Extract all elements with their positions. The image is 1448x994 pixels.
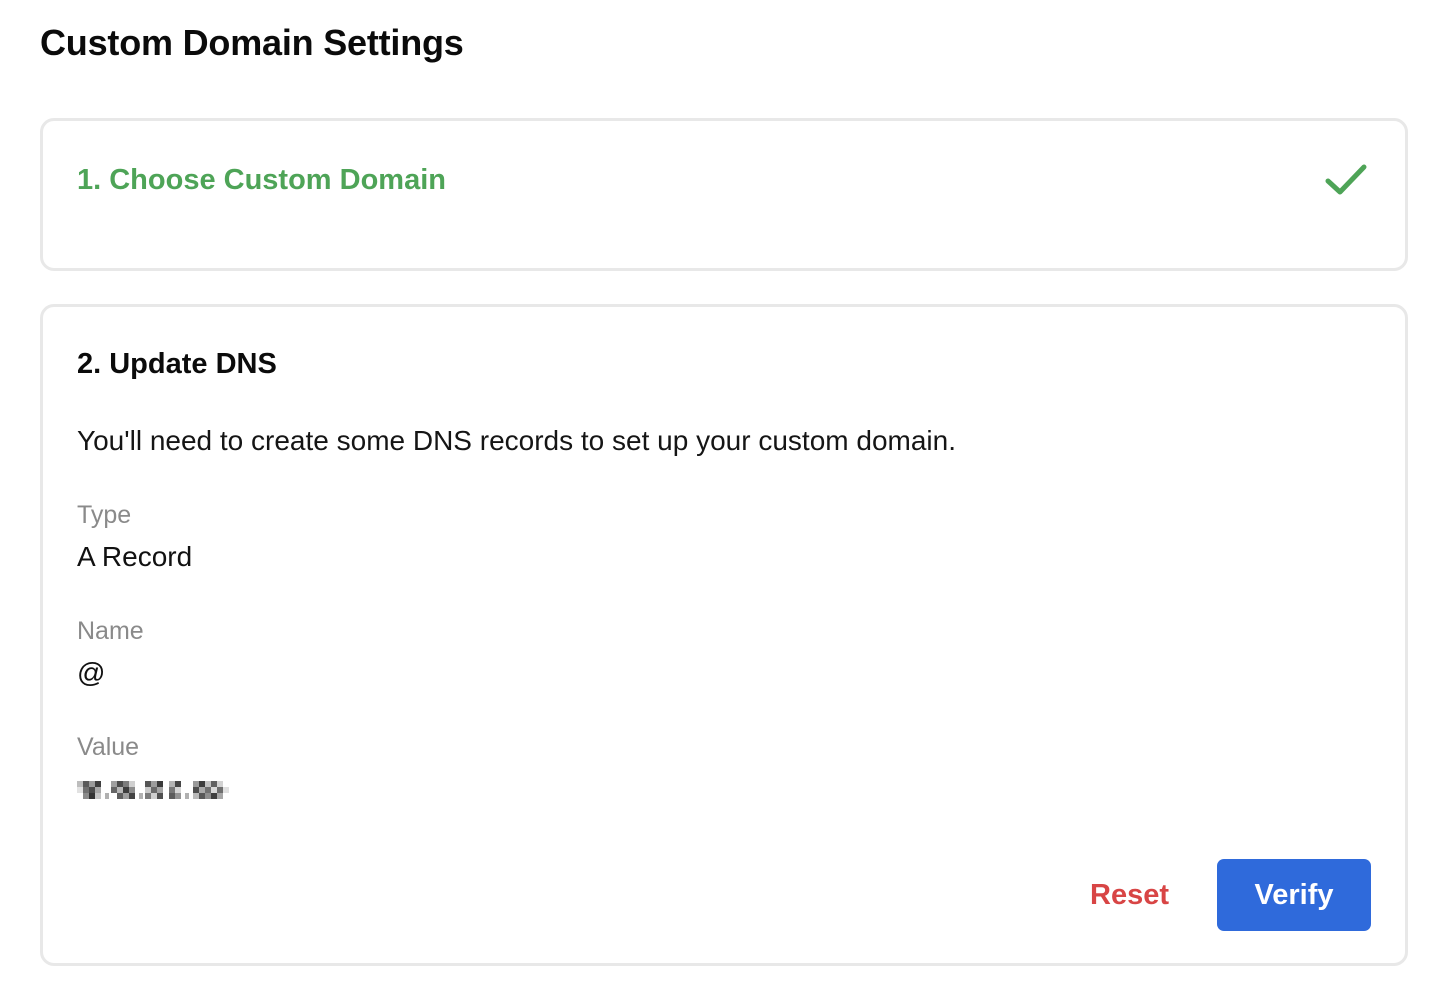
dns-instructions: You'll need to create some DNS records t… [77, 425, 956, 456]
step-choose-domain-title: 1. Choose Custom Domain [77, 164, 446, 196]
step-update-dns-title: 2. Update DNS [77, 348, 277, 380]
dns-value-redacted [77, 781, 229, 799]
step-choose-domain-card[interactable]: 1. Choose Custom Domain [40, 118, 1408, 271]
dns-name-label: Name [77, 617, 144, 645]
reset-button[interactable]: Reset [1082, 859, 1177, 931]
step-update-dns-card: 2. Update DNS You'll need to create some… [40, 304, 1408, 966]
page-title: Custom Domain Settings [40, 22, 464, 63]
check-icon [1325, 164, 1367, 195]
dns-value-label: Value [77, 733, 140, 761]
verify-button[interactable]: Verify [1217, 859, 1371, 931]
dns-type-value: A Record [77, 541, 193, 572]
dns-name-value: @ [77, 657, 106, 688]
dns-type-label: Type [77, 501, 132, 529]
